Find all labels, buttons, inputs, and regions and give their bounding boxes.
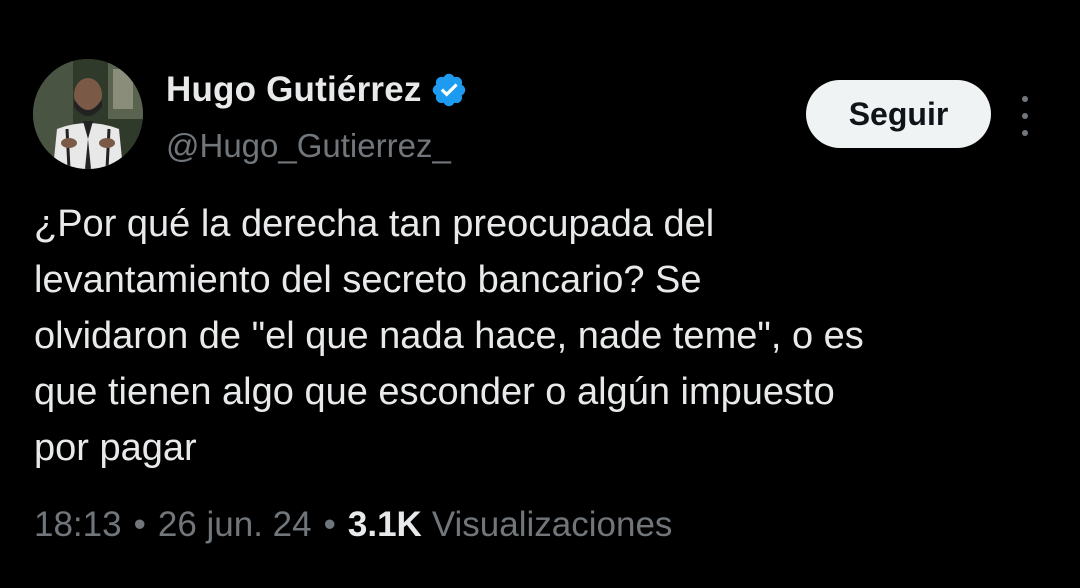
tweet-meta: 18:13 • 26 jun. 24 • 3.1K Visualizacione…	[34, 500, 672, 550]
more-dot	[1022, 96, 1028, 102]
more-dot	[1022, 113, 1028, 119]
author-display-name[interactable]: Hugo Gutiérrez	[166, 70, 422, 110]
verified-badge-icon[interactable]	[430, 71, 468, 109]
follow-button[interactable]: Seguir	[806, 80, 991, 148]
views-count: 3.1K	[347, 505, 422, 544]
views-label: Visualizaciones	[431, 505, 673, 544]
tweet-time[interactable]: 18:13	[34, 505, 122, 545]
tweet-text: ¿Por qué la derecha tan preocupada del l…	[34, 196, 1054, 476]
meta-separator: •	[323, 505, 336, 544]
tweet-text-line: que tienen algo que esconder o algún imp…	[34, 371, 835, 413]
more-dot	[1022, 130, 1028, 136]
author-handle[interactable]: @Hugo_Gutierrez_	[166, 127, 451, 165]
meta-separator: •	[133, 505, 146, 544]
tweet-text-line: olvidaron de "el que nada hace, nade tem…	[34, 315, 864, 357]
tweet-card: Hugo Gutiérrez @Hugo_Gutierrez_ Seguir ¿…	[0, 0, 1080, 588]
avatar-image	[33, 59, 143, 169]
author-name-row: Hugo Gutiérrez	[166, 66, 468, 114]
tweet-text-line: levantamiento del secreto bancario? Se	[34, 259, 702, 301]
avatar[interactable]	[33, 59, 143, 169]
tweet-date[interactable]: 26 jun. 24	[158, 505, 312, 545]
more-vertical-icon[interactable]	[1010, 96, 1040, 136]
tweet-text-line: ¿Por qué la derecha tan preocupada del	[34, 203, 715, 245]
tweet-text-line: por pagar	[34, 427, 197, 469]
